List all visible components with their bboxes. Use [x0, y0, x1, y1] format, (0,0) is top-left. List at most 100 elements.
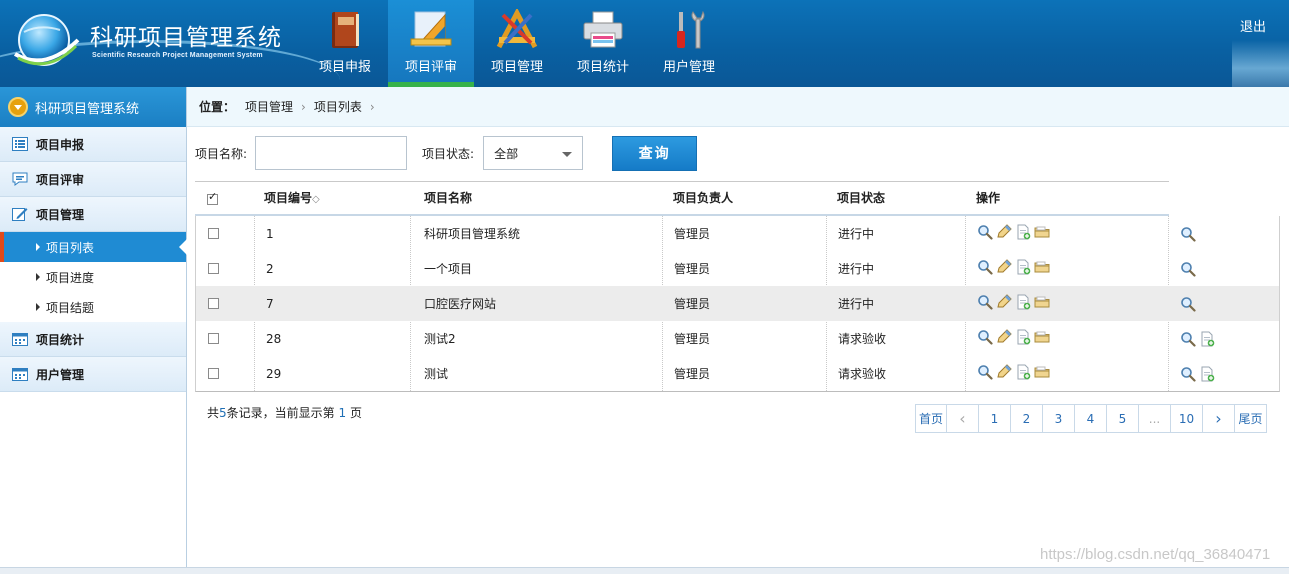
project-table: 项目编号◇ 项目名称 项目负责人 项目状态 操作 1 科研项目管理系统 管理员 …	[195, 181, 1280, 392]
row-extra-actions	[1180, 261, 1196, 277]
pencil-edit-icon[interactable]	[996, 329, 1012, 345]
magnifier-icon[interactable]	[977, 329, 993, 345]
row-checkbox[interactable]	[208, 228, 219, 239]
nav-item-project-stats[interactable]: 项目统计	[560, 0, 646, 87]
table-row[interactable]: 1 科研项目管理系统 管理员 进行中	[196, 216, 1279, 251]
list-icon	[12, 137, 28, 151]
magnifier-icon[interactable]	[1180, 261, 1196, 277]
ruler-triangle-icon	[410, 11, 452, 47]
project-status-select[interactable]: 全部	[483, 136, 584, 170]
cell-name: 测试2	[424, 332, 456, 346]
add-document-icon[interactable]	[1199, 331, 1215, 347]
last-page-button[interactable]: 尾页	[1235, 404, 1267, 433]
folder-icon[interactable]	[1034, 259, 1050, 275]
collapse-arrow-icon	[8, 97, 28, 117]
sidebar-item-user-manage[interactable]: 用户管理	[0, 357, 186, 392]
cell-name: 口腔医疗网站	[424, 297, 497, 311]
nav-item-project-review[interactable]: 项目评审	[388, 0, 474, 87]
row-checkbox[interactable]	[208, 368, 219, 379]
column-header-name: 项目名称	[424, 191, 473, 205]
magnifier-icon[interactable]	[1180, 366, 1196, 382]
column-header-id[interactable]: 项目编号◇	[264, 182, 320, 215]
first-page-button[interactable]: 首页	[915, 404, 947, 433]
magnifier-icon[interactable]	[1180, 296, 1196, 312]
add-document-icon[interactable]	[1015, 224, 1031, 240]
pencil-edit-icon[interactable]	[996, 294, 1012, 310]
magnifier-icon[interactable]	[977, 224, 993, 240]
sidebar-subitem-project-closing[interactable]: 项目结题	[0, 292, 186, 322]
project-name-input[interactable]	[255, 136, 408, 170]
sidebar-item-label: 用户管理	[36, 367, 85, 382]
query-button[interactable]: 查询	[612, 135, 698, 171]
row-checkbox[interactable]	[208, 298, 219, 309]
page-number-button[interactable]: 10	[1171, 404, 1203, 433]
magnifier-icon[interactable]	[977, 259, 993, 275]
page-number-button[interactable]: 3	[1043, 404, 1075, 433]
magnifier-icon[interactable]	[977, 294, 993, 310]
folder-icon[interactable]	[1034, 364, 1050, 380]
page-number-button[interactable]: 5	[1107, 404, 1139, 433]
comment-icon	[12, 172, 28, 186]
row-checkbox[interactable]	[208, 333, 219, 344]
sidebar-item-project-review[interactable]: 项目评审	[0, 162, 186, 197]
next-page-button[interactable]: ›	[1203, 404, 1235, 433]
prev-page-button[interactable]: ‹	[947, 404, 979, 433]
sidebar-title[interactable]: 科研项目管理系统	[0, 87, 186, 127]
table-row[interactable]: 29 测试 管理员 请求验收	[196, 356, 1279, 391]
row-actions	[977, 224, 1050, 240]
caret-right-icon	[36, 243, 40, 251]
folder-icon[interactable]	[1034, 294, 1050, 310]
sidebar-subitem-project-list[interactable]: 项目列表	[0, 232, 187, 262]
add-document-icon[interactable]	[1015, 329, 1031, 345]
breadcrumb-item-project-list[interactable]: 项目列表	[314, 98, 362, 115]
app-subtitle: Scientific Research Project Management S…	[92, 52, 263, 59]
pencil-edit-icon[interactable]	[996, 224, 1012, 240]
logout-link[interactable]: 退出	[1240, 16, 1266, 35]
table-row[interactable]: 7 口腔医疗网站 管理员 进行中	[196, 286, 1279, 321]
project-name-label: 项目名称:	[195, 146, 248, 161]
row-checkbox[interactable]	[208, 263, 219, 274]
sidebar-item-project-stats[interactable]: 项目统计	[0, 322, 186, 357]
pencil-edit-icon[interactable]	[996, 364, 1012, 380]
add-document-icon[interactable]	[1015, 259, 1031, 275]
top-header: 科研项目管理系统 Scientific Research Project Man…	[0, 0, 1289, 87]
cell-status: 进行中	[838, 227, 875, 241]
nav-item-project-apply[interactable]: 项目申报	[302, 0, 388, 87]
row-actions	[977, 294, 1050, 310]
folder-icon[interactable]	[1034, 329, 1050, 345]
cell-status: 进行中	[838, 297, 875, 311]
sidebar-item-label: 项目申报	[36, 137, 85, 152]
page-number-button[interactable]: 4	[1075, 404, 1107, 433]
magnifier-icon[interactable]	[1180, 331, 1196, 347]
cell-id: 2	[266, 262, 274, 276]
header-decoration	[1232, 40, 1289, 87]
pencil-edit-icon[interactable]	[996, 259, 1012, 275]
breadcrumb-item-project-manage[interactable]: 项目管理	[245, 98, 293, 115]
select-all-checkbox[interactable]	[207, 190, 218, 205]
add-document-icon[interactable]	[1015, 364, 1031, 380]
sidebar-item-project-apply[interactable]: 项目申报	[0, 127, 186, 162]
edit-icon	[12, 208, 28, 221]
sidebar-subitem-project-progress[interactable]: 项目进度	[0, 262, 186, 292]
top-nav: 项目申报 项目评审 项目管理 项目统计 用户管理	[302, 0, 732, 87]
sidebar-item-project-manage[interactable]: 项目管理	[0, 197, 186, 232]
page-number-button[interactable]: 1	[979, 404, 1011, 433]
nav-item-project-manage[interactable]: 项目管理	[474, 0, 560, 87]
sidebar-subitem-label: 项目结题	[46, 300, 95, 315]
sidebar-item-label: 项目管理	[36, 207, 85, 222]
magnifier-icon[interactable]	[1180, 226, 1196, 242]
record-suffix: 页	[349, 406, 362, 420]
folder-icon[interactable]	[1034, 224, 1050, 240]
add-document-icon[interactable]	[1199, 366, 1215, 382]
column-header-ops: 操作	[976, 191, 1001, 205]
sidebar-title-label: 科研项目管理系统	[35, 101, 140, 117]
table-row[interactable]: 2 一个项目 管理员 进行中	[196, 251, 1279, 286]
nav-item-user-manage[interactable]: 用户管理	[646, 0, 732, 87]
table-row[interactable]: 28 测试2 管理员 请求验收	[196, 321, 1279, 356]
calendar-icon	[12, 333, 28, 346]
sidebar: 科研项目管理系统 项目申报 项目评审 项目管理 项目列表 项目进度 项目结题 项…	[0, 87, 187, 574]
add-document-icon[interactable]	[1015, 294, 1031, 310]
cell-owner: 管理员	[674, 262, 711, 276]
page-number-button[interactable]: 2	[1011, 404, 1043, 433]
magnifier-icon[interactable]	[977, 364, 993, 380]
